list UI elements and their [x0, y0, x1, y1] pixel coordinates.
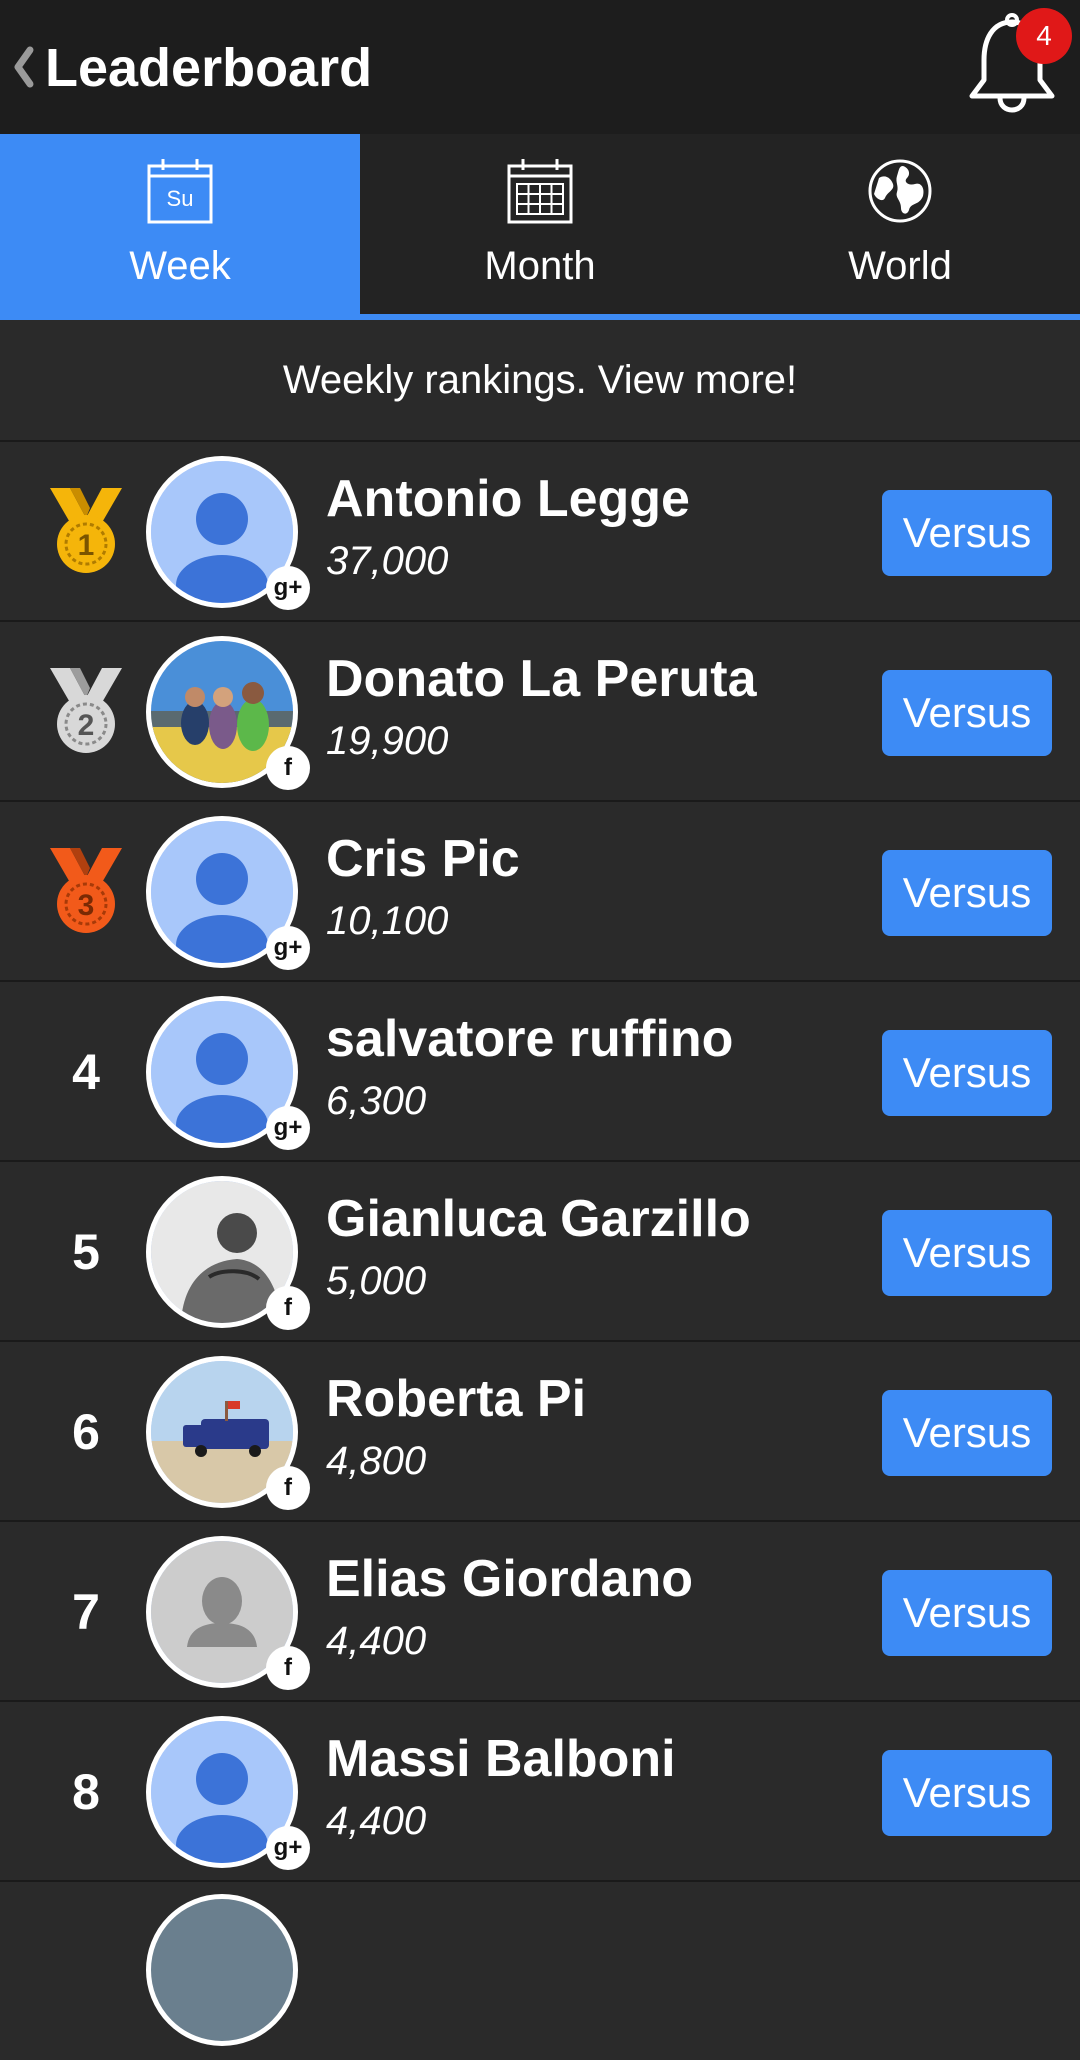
versus-button[interactable]: Versus: [882, 490, 1052, 576]
player-avatar-partial[interactable]: [146, 1894, 298, 2046]
player-score: 4,800: [326, 1439, 427, 1483]
player-avatar[interactable]: g+: [146, 996, 310, 1150]
player-avatar[interactable]: g+: [146, 816, 310, 970]
versus-button[interactable]: Versus: [882, 1570, 1052, 1656]
leaderboard-row: 7 f Elias Giordano 4,400 Versus: [0, 1520, 1080, 1700]
medal-rank-text: 3: [78, 889, 95, 922]
google-plus-icon: g+: [266, 566, 310, 610]
player-avatar[interactable]: g+: [146, 456, 310, 610]
facebook-icon: f: [266, 1466, 310, 1510]
globe-icon: [865, 156, 935, 226]
tab-label-week: Week: [129, 244, 231, 288]
player-avatar[interactable]: f: [146, 636, 310, 790]
versus-button[interactable]: Versus: [882, 850, 1052, 936]
leaderboard-row: 4 g+ salvatore ruffino 6,300 Versus: [0, 980, 1080, 1160]
player-score: 5,000: [326, 1259, 427, 1303]
leaderboard-row: 1 g+ Antonio Legge 37,000 Versus: [0, 440, 1080, 620]
versus-button[interactable]: Versus: [882, 670, 1052, 756]
calendar-week-icon: Su: [145, 156, 215, 226]
silver-medal-icon: 2: [44, 664, 128, 756]
player-score: 6,300: [326, 1079, 427, 1123]
app-header: Leaderboard 4: [0, 0, 1080, 134]
rank-number: 4: [72, 1044, 100, 1100]
leaderboard-list: 1 g+ Antonio Legge 37,000 Versus 2 f Don…: [0, 440, 1080, 2060]
facebook-icon: f: [266, 1646, 310, 1690]
player-avatar[interactable]: f: [146, 1536, 310, 1690]
player-name: Gianluca Garzillo: [326, 1190, 751, 1248]
leaderboard-row: 8 g+ Massi Balboni 4,400 Versus: [0, 1700, 1080, 1880]
google-plus-icon: g+: [266, 1106, 310, 1150]
leaderboard-row: 3 g+ Cris Pic 10,100 Versus: [0, 800, 1080, 980]
player-name: Antonio Legge: [326, 470, 690, 528]
rank-number: 8: [72, 1764, 100, 1820]
versus-button[interactable]: Versus: [882, 1210, 1052, 1296]
player-name: salvatore ruffino: [326, 1010, 734, 1068]
player-score: 4,400: [326, 1799, 427, 1843]
player-name: Elias Giordano: [326, 1550, 693, 1608]
leaderboard-row: 2 f Donato La Peruta 19,900 Versus: [0, 620, 1080, 800]
player-name: Donato La Peruta: [326, 650, 757, 708]
notification-badge: 4: [1016, 8, 1072, 64]
player-score: 10,100: [326, 899, 449, 943]
chevron-left-icon[interactable]: [10, 44, 38, 90]
player-avatar[interactable]: g+: [146, 1716, 310, 1870]
player-name: Cris Pic: [326, 830, 520, 888]
rank-number: 5: [72, 1224, 100, 1280]
tab-label-world: World: [848, 244, 952, 288]
versus-button[interactable]: Versus: [882, 1390, 1052, 1476]
bronze-medal-icon: 3: [44, 844, 128, 936]
player-avatar[interactable]: f: [146, 1176, 310, 1330]
leaderboard-row: 6 f Roberta Pi 4,800 Versus: [0, 1340, 1080, 1520]
tab-world[interactable]: World: [720, 134, 1080, 314]
leaderboard-row: 5 f Gianluca Garzillo 5,000 Versus: [0, 1160, 1080, 1340]
player-name: Roberta Pi: [326, 1370, 587, 1428]
calendar-month-icon: [505, 156, 575, 226]
page-title: Leaderboard: [45, 38, 373, 98]
player-avatar[interactable]: f: [146, 1356, 310, 1510]
player-score: 37,000: [326, 539, 449, 583]
google-plus-icon: g+: [266, 1826, 310, 1870]
medal-rank-text: 2: [78, 709, 95, 742]
period-tabs: Su Week Month World: [0, 134, 1080, 320]
google-plus-icon: g+: [266, 926, 310, 970]
gold-medal-icon: 1: [44, 484, 128, 576]
facebook-icon: f: [266, 746, 310, 790]
player-score: 19,900: [326, 719, 449, 763]
player-name: Massi Balboni: [326, 1730, 676, 1788]
rank-number: 7: [72, 1584, 100, 1640]
versus-button[interactable]: Versus: [882, 1750, 1052, 1836]
medal-rank-text: 1: [78, 529, 95, 562]
facebook-icon: f: [266, 1286, 310, 1330]
calendar-day-text: Su: [167, 186, 194, 211]
rank-number: 6: [72, 1404, 100, 1460]
weekly-rankings-link[interactable]: Weekly rankings. View more!: [0, 320, 1080, 440]
versus-button[interactable]: Versus: [882, 1030, 1052, 1116]
tab-month[interactable]: Month: [360, 134, 720, 314]
tab-label-month: Month: [484, 244, 596, 288]
player-score: 4,400: [326, 1619, 427, 1663]
tab-week[interactable]: Su Week: [0, 134, 360, 320]
